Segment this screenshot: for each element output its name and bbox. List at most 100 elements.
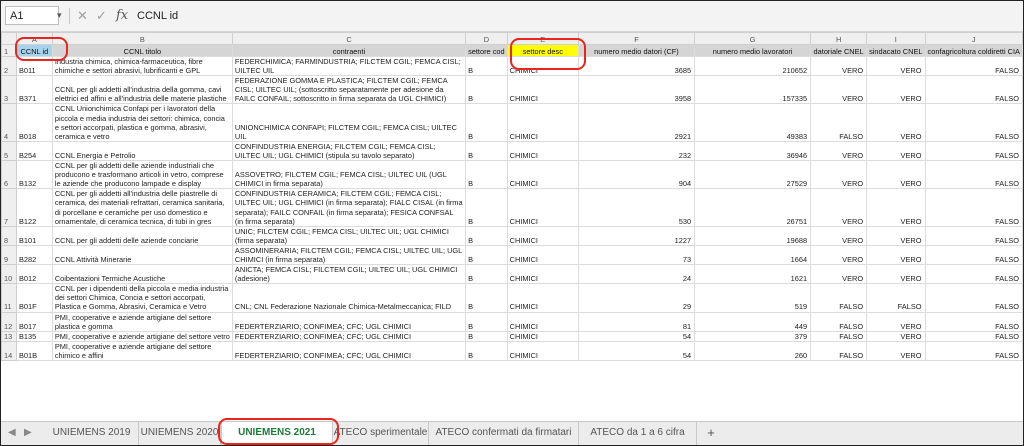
cell-cnel-sind[interactable]: VERO bbox=[866, 55, 926, 77]
field-header-cell[interactable]: settore cod bbox=[465, 44, 508, 57]
cell-id[interactable]: B254 bbox=[15, 140, 53, 162]
cell-contraenti[interactable]: UNIONCHIMICA CONFAPI; FILCTEM CGIL; FEMC… bbox=[231, 103, 467, 142]
cell-contraenti[interactable]: FEDERTERZIARIO; CONFIMEA; CFC; UGL CHIMI… bbox=[231, 340, 467, 362]
row-header[interactable]: 11 bbox=[1, 283, 17, 313]
cell-agri[interactable]: FALSO bbox=[924, 75, 1023, 105]
cell-desc[interactable]: CHIMICI bbox=[506, 75, 579, 105]
cell-datori[interactable]: 2921 bbox=[577, 103, 696, 142]
column-header-c[interactable]: C bbox=[231, 32, 467, 45]
cell-contraenti[interactable]: UNIC; FILCTEM CGIL; FEMCA CISL; UILTEC U… bbox=[231, 225, 467, 246]
row-header[interactable]: 5 bbox=[1, 140, 17, 162]
cell-cnel-dat[interactable]: VERO bbox=[810, 264, 868, 285]
cell-desc[interactable]: CHIMICI bbox=[506, 264, 579, 285]
field-header-cell[interactable]: sindacato CNEL bbox=[866, 44, 926, 57]
cell-titolo[interactable]: CCNL Energia e Petrolio bbox=[51, 140, 233, 162]
cell-cod[interactable]: B bbox=[465, 103, 508, 142]
cell-lavoratori[interactable]: 379 bbox=[694, 330, 812, 342]
cell-cod[interactable]: B bbox=[465, 283, 508, 313]
select-all-corner[interactable] bbox=[1, 32, 17, 45]
cell-id[interactable]: B135 bbox=[15, 330, 53, 342]
cell-cod[interactable]: B bbox=[465, 55, 508, 77]
field-header-cell[interactable]: numero medio lavoratori bbox=[694, 44, 812, 57]
cell-lavoratori[interactable]: 1621 bbox=[694, 264, 812, 285]
cell-cnel-dat[interactable]: FALSO bbox=[810, 340, 868, 362]
cell-cnel-dat[interactable]: FALSO bbox=[810, 103, 868, 142]
cell-cnel-sind[interactable]: VERO bbox=[866, 225, 926, 246]
row-header[interactable]: 13 bbox=[1, 330, 17, 342]
cell-titolo[interactable]: CCNL per gli addetti delle aziende conci… bbox=[51, 225, 233, 246]
cell-cnel-dat[interactable]: FALSO bbox=[810, 330, 868, 342]
cell-lavoratori[interactable]: 49383 bbox=[694, 103, 812, 142]
cell-id[interactable]: B132 bbox=[15, 160, 53, 190]
cell-id[interactable]: B017 bbox=[15, 311, 53, 332]
cell-agri[interactable]: FALSO bbox=[924, 225, 1023, 246]
cell-agri[interactable]: FALSO bbox=[924, 244, 1023, 266]
add-sheet-button[interactable]: + bbox=[701, 422, 721, 445]
cell-titolo[interactable]: CCNL Attività Minerarie bbox=[51, 244, 233, 266]
cell-titolo[interactable]: CCNL per gli addetti all'industria delle… bbox=[51, 188, 233, 227]
cell-desc[interactable]: CHIMICI bbox=[506, 225, 579, 246]
field-header-cell[interactable]: CCNL id bbox=[15, 44, 53, 57]
cell-cod[interactable]: B bbox=[465, 160, 508, 190]
cell-titolo[interactable]: CCNL per gli addetti all'industria della… bbox=[51, 75, 233, 105]
row-header[interactable]: 8 bbox=[1, 225, 17, 246]
formula-input[interactable]: CCNL id bbox=[137, 7, 178, 25]
cell-desc[interactable]: CHIMICI bbox=[506, 188, 579, 227]
cell-lavoratori[interactable]: 36946 bbox=[694, 140, 812, 162]
cell-cnel-sind[interactable]: VERO bbox=[866, 160, 926, 190]
cell-datori[interactable]: 3685 bbox=[577, 55, 696, 77]
cell-contraenti[interactable]: CONFINDUSTRIA ENERGIA; FILCTEM CGIL; FEM… bbox=[231, 140, 467, 162]
cell-datori[interactable]: 232 bbox=[577, 140, 696, 162]
cell-cod[interactable]: B bbox=[465, 188, 508, 227]
cell-agri[interactable]: FALSO bbox=[924, 283, 1023, 313]
cell-desc[interactable]: CHIMICI bbox=[506, 160, 579, 190]
cell-cnel-sind[interactable]: VERO bbox=[866, 103, 926, 142]
cell-datori[interactable]: 73 bbox=[577, 244, 696, 266]
cell-titolo[interactable]: PMI, cooperative e aziende artigiane del… bbox=[51, 330, 233, 342]
column-header-g[interactable]: G bbox=[694, 32, 812, 45]
cell-titolo[interactable]: Industria chimica, chimica-farmaceutica,… bbox=[51, 55, 233, 77]
row-header[interactable]: 7 bbox=[1, 188, 17, 227]
cell-cod[interactable]: B bbox=[465, 264, 508, 285]
column-header-f[interactable]: F bbox=[577, 32, 696, 45]
cell-contraenti[interactable]: FEDERTERZIARIO; CONFIMEA; CFC; UGL CHIMI… bbox=[231, 330, 467, 342]
cell-datori[interactable]: 530 bbox=[577, 188, 696, 227]
cell-cnel-dat[interactable]: FALSO bbox=[810, 283, 868, 313]
cell-agri[interactable]: FALSO bbox=[924, 140, 1023, 162]
cell-cod[interactable]: B bbox=[465, 244, 508, 266]
column-header-b[interactable]: B bbox=[51, 32, 233, 45]
field-header-cell[interactable]: datoriale CNEL bbox=[810, 44, 868, 57]
cell-desc[interactable]: CHIMICI bbox=[506, 140, 579, 162]
cell-cnel-dat[interactable]: VERO bbox=[810, 188, 868, 227]
cell-titolo[interactable]: CCNL per i dipendenti della piccola e me… bbox=[51, 283, 233, 313]
cell-cod[interactable]: B bbox=[465, 225, 508, 246]
chevron-down-icon[interactable]: ▾ bbox=[57, 6, 62, 25]
column-header-i[interactable]: I bbox=[866, 32, 926, 45]
cell-contraenti[interactable]: ANICTA; FEMCA CISL; FILCTEM CGIL; UILTEC… bbox=[231, 264, 467, 285]
cell-id[interactable]: B01B bbox=[15, 340, 53, 362]
cell-id[interactable]: B01F bbox=[15, 283, 53, 313]
cell-datori[interactable]: 1227 bbox=[577, 225, 696, 246]
column-header-d[interactable]: D bbox=[465, 32, 508, 45]
row-header[interactable]: 2 bbox=[1, 55, 17, 77]
cell-cnel-sind[interactable]: VERO bbox=[866, 340, 926, 362]
cell-agri[interactable]: FALSO bbox=[924, 311, 1023, 332]
cell-cnel-dat[interactable]: VERO bbox=[810, 140, 868, 162]
cell-contraenti[interactable]: FEDERAZIONE GOMMA E PLASTICA; FILCTEM CG… bbox=[231, 75, 467, 105]
cell-desc[interactable]: CHIMICI bbox=[506, 244, 579, 266]
cell-cnel-sind[interactable]: VERO bbox=[866, 244, 926, 266]
column-header-j[interactable]: J bbox=[924, 32, 1023, 45]
cell-id[interactable]: B122 bbox=[15, 188, 53, 227]
cell-contraenti[interactable]: FEDERTERZIARIO; CONFIMEA; CFC; UGL CHIMI… bbox=[231, 311, 467, 332]
cell-id[interactable]: B371 bbox=[15, 75, 53, 105]
cell-lavoratori[interactable]: 1664 bbox=[694, 244, 812, 266]
cell-cod[interactable]: B bbox=[465, 340, 508, 362]
sheet-tab[interactable]: ATECO confermati da firmatari bbox=[429, 422, 579, 445]
cell-datori[interactable]: 29 bbox=[577, 283, 696, 313]
cell-lavoratori[interactable]: 27529 bbox=[694, 160, 812, 190]
cell-contraenti[interactable]: ASSOMINERARIA; FILCTEM CGIL; FEMCA CISL;… bbox=[231, 244, 467, 266]
cell-desc[interactable]: CHIMICI bbox=[506, 340, 579, 362]
row-header[interactable]: 14 bbox=[1, 340, 17, 362]
cell-cnel-sind[interactable]: VERO bbox=[866, 188, 926, 227]
cell-contraenti[interactable]: CONFINDUSTRIA CERAMICA; FILCTEM CGIL; FE… bbox=[231, 188, 467, 227]
